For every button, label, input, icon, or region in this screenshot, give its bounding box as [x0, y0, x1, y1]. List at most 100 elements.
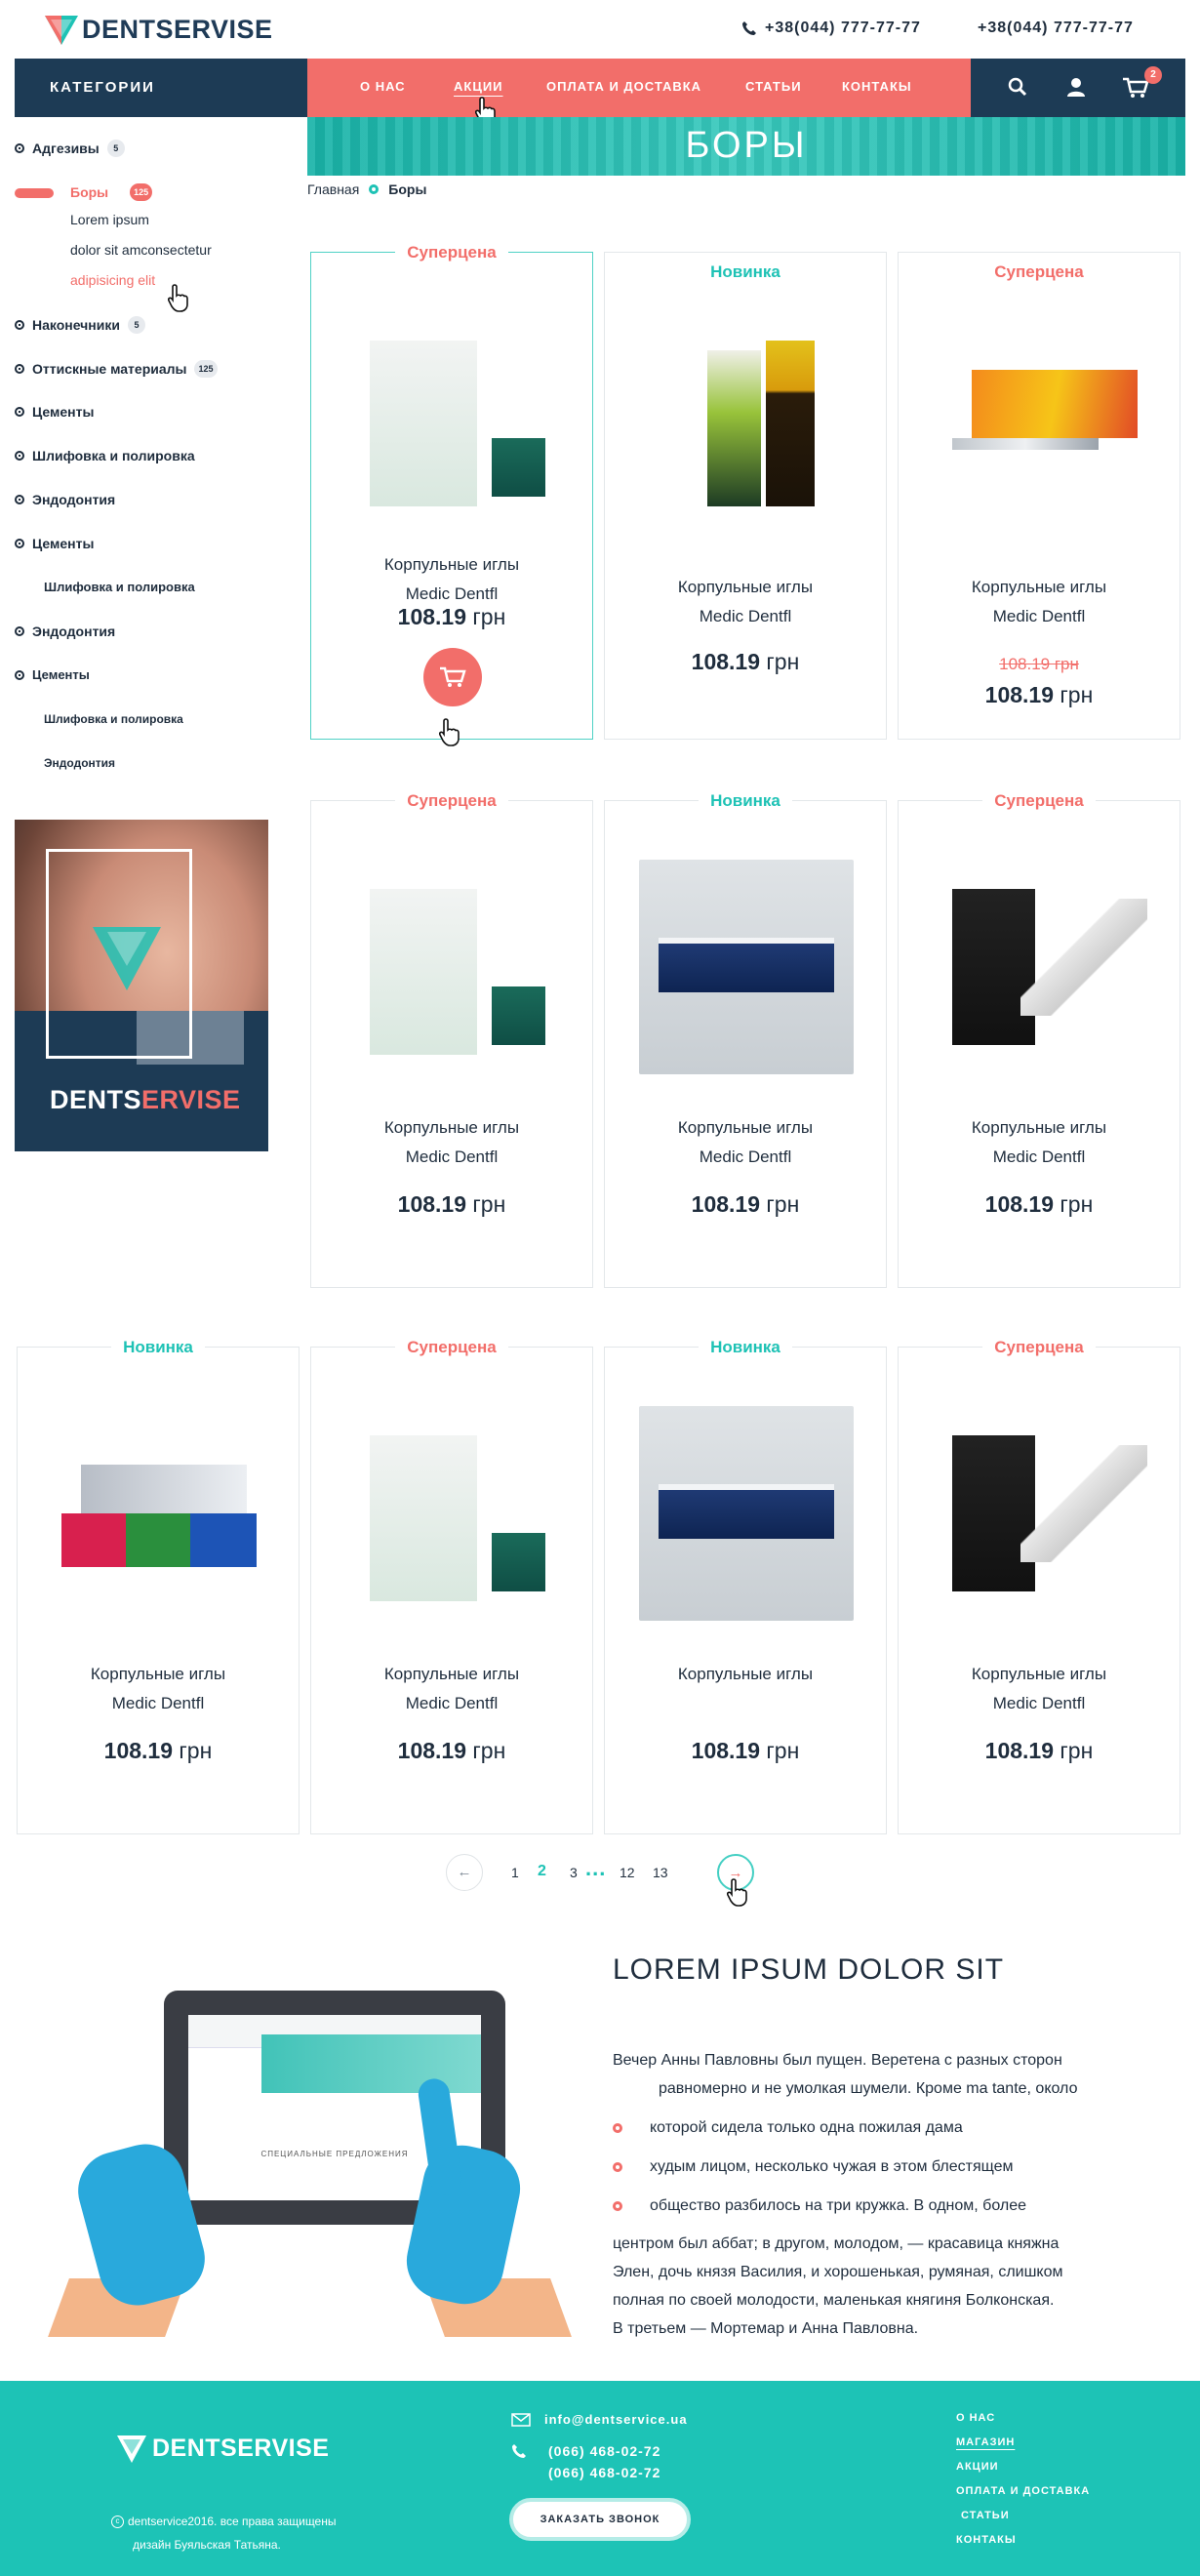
search-icon[interactable]: [1007, 76, 1028, 98]
sidebar-item-cements-2[interactable]: Цементы: [15, 536, 94, 551]
user-icon[interactable]: [1065, 76, 1087, 98]
footer-nav-contacts[interactable]: КОНТАКЫ: [956, 2534, 1017, 2546]
product-image[interactable]: [52, 1406, 266, 1621]
hand-cursor-icon: [168, 284, 188, 312]
paragraph-line: В третьем — Мортемар и Анна Павловна.: [613, 2320, 919, 2337]
product-card[interactable]: Суперцена Корпульные иглы Medic Dentfl 10…: [310, 791, 593, 1288]
product-name[interactable]: Корпульные иглы Medic Dentfl: [605, 1113, 886, 1172]
footer-nav-about[interactable]: О НАС: [956, 2412, 995, 2424]
product-card[interactable]: Новинка Корпульные иглы 108.19 грн: [604, 1338, 887, 1834]
sidebar-item-impression-materials[interactable]: Оттискные материалы 125: [15, 360, 218, 378]
brand-logo[interactable]: DENTSERVISE: [45, 15, 273, 45]
sidebar-item-polishing-2[interactable]: Шлифовка и полировка: [44, 580, 195, 594]
footer-email[interactable]: info@dentservice.ua: [511, 2412, 688, 2427]
page-link-current[interactable]: 2: [538, 1863, 546, 1880]
footer-logo[interactable]: DENTSERVISE: [117, 2435, 329, 2463]
product-card[interactable]: Суперцена Корпульные иглы Medic Dentfl 10…: [898, 791, 1180, 1288]
page-link[interactable]: 13: [653, 1865, 668, 1880]
sidebar-subitem-hovered[interactable]: adipisicing elit: [70, 272, 155, 288]
sidebar-subitem[interactable]: dolor sit amconsectetur: [70, 242, 212, 258]
bullet-icon: [613, 2201, 622, 2211]
product-name[interactable]: Корпульные иглы: [605, 1660, 886, 1689]
main-menu: О НАС АКЦИИ ОПЛАТА И ДОСТАВКА СТАТЬИ КОН…: [307, 59, 971, 117]
breadcrumb-home[interactable]: Главная: [307, 181, 359, 197]
product-price: 108.19 грн: [984, 1191, 1094, 1217]
product-price: 108.19 грн: [397, 604, 506, 629]
product-name[interactable]: Корпульные иглы Medic Dentfl: [311, 550, 592, 609]
product-name[interactable]: Корпульные иглы Medic Dentfl: [899, 1660, 1180, 1718]
count-badge: 125: [130, 183, 153, 201]
phone-icon: [742, 21, 756, 35]
sidebar-item-adhesives[interactable]: Адгезивы 5: [15, 140, 125, 157]
sale-label: Суперцена: [311, 1338, 592, 1357]
new-label: Новинка: [605, 262, 886, 282]
add-to-cart-button[interactable]: [423, 648, 482, 706]
categories-header[interactable]: КАТЕГОРИИ: [15, 59, 307, 117]
page-ellipsis: ...: [585, 1856, 607, 1880]
promo-banner[interactable]: DENTSERVISE: [15, 820, 268, 1151]
product-name[interactable]: Корпульные иглы Medic Dentfl: [18, 1660, 299, 1718]
product-name[interactable]: Корпульные иглы Medic Dentfl: [899, 1113, 1180, 1172]
product-name[interactable]: Корпульные иглы Medic Dentfl: [899, 573, 1180, 631]
phone-number-2[interactable]: +38(044) 777-77-77: [978, 20, 1134, 37]
product-price: 108.19 грн: [397, 1191, 506, 1217]
product-image[interactable]: [345, 1406, 560, 1621]
paragraph-line: полная по своей молодости, маленькая кня…: [613, 2292, 1055, 2309]
product-name[interactable]: Корпульные иглы Medic Dentfl: [605, 573, 886, 631]
product-image[interactable]: [639, 860, 854, 1074]
breadcrumb-separator-icon: [369, 184, 380, 194]
active-indicator: [15, 188, 54, 198]
product-image[interactable]: [345, 860, 560, 1074]
product-image[interactable]: [933, 860, 1147, 1074]
prev-page-button[interactable]: ←: [446, 1854, 483, 1891]
menu-item-contacts[interactable]: КОНТАКЫ: [842, 79, 912, 94]
top-bar: DENTSERVISE +38(044) 777-77-77 +38(044) …: [0, 0, 1200, 59]
bullet-icon: [15, 364, 24, 374]
menu-item-payment-delivery[interactable]: ОПЛАТА И ДОСТАВКА: [546, 79, 701, 94]
product-card[interactable]: Суперцена Корпульные иглы Medic Dentfl 10…: [310, 1338, 593, 1834]
page-link[interactable]: 12: [620, 1865, 635, 1880]
footer-nav-shop[interactable]: МАГАЗИН: [956, 2436, 1015, 2448]
product-card[interactable]: Новинка Корпульные иглы Medic Dentfl 108.…: [604, 791, 887, 1288]
footer-phone[interactable]: (066) 468-02-72: [511, 2443, 660, 2459]
product-price: 108.19 грн: [984, 682, 1094, 707]
sidebar-item-polishing[interactable]: Шлифовка и полировка: [15, 448, 195, 463]
product-image[interactable]: [639, 1406, 854, 1621]
product-price: 108.19 грн: [691, 1191, 800, 1217]
menu-item-promotions[interactable]: АКЦИИ: [454, 79, 503, 94]
sidebar-item-burs[interactable]: Боры 125: [70, 183, 153, 201]
footer-phone-2[interactable]: (066) 468-02-72: [548, 2465, 660, 2480]
product-card[interactable]: Суперцена Корпульные иглы Medic Dentfl 10…: [898, 1338, 1180, 1834]
page-link[interactable]: 3: [570, 1865, 578, 1880]
bullet-icon: [15, 407, 24, 417]
sidebar-subitem[interactable]: Lorem ipsum: [70, 212, 149, 227]
sidebar-item-cements-3[interactable]: Цементы: [15, 667, 90, 682]
sidebar-item-endodontics-3[interactable]: Эндодонтия: [44, 756, 115, 770]
product-name[interactable]: Корпульные иглы Medic Dentfl: [311, 1660, 592, 1718]
product-image[interactable]: [639, 311, 854, 526]
product-card[interactable]: Суперцена Корпульные иглы Medic Dentfl 10…: [898, 252, 1180, 740]
sidebar-item-endodontics-2[interactable]: Эндодонтия: [15, 624, 115, 639]
product-image[interactable]: [933, 311, 1147, 526]
menu-item-about[interactable]: О НАС: [360, 79, 406, 94]
footer-nav-promotions[interactable]: АКЦИИ: [956, 2461, 999, 2473]
product-card[interactable]: Новинка Корпульные иглы Medic Dentfl 108.…: [17, 1338, 300, 1834]
product-card[interactable]: Суперцена Корпульные иглы Medic Dentfl 10…: [310, 243, 593, 740]
product-price: 108.19 грн: [691, 1738, 800, 1763]
product-image[interactable]: [345, 311, 560, 526]
sidebar-item-cements[interactable]: Цементы: [15, 404, 94, 420]
sidebar-item-endodontics[interactable]: Эндодонтия: [15, 492, 115, 507]
sidebar-item-handpieces[interactable]: Наконечники 5: [15, 316, 145, 334]
product-name[interactable]: Корпульные иглы Medic Dentfl: [311, 1113, 592, 1172]
page-link[interactable]: 1: [511, 1865, 519, 1880]
phone-number[interactable]: +38(044) 777-77-77: [741, 20, 921, 37]
sidebar-item-polishing-3[interactable]: Шлифовка и полировка: [44, 712, 183, 726]
product-card[interactable]: Новинка Корпульные иглы Medic Dentfl 108.…: [604, 252, 887, 740]
menu-item-articles[interactable]: СТАТЬИ: [745, 79, 802, 94]
request-call-button[interactable]: ЗАКАЗАТЬ ЗВОНОК: [509, 2498, 691, 2541]
paragraph-line: равномерно и не умолкая шумели. Кроме ma…: [659, 2080, 1078, 2097]
product-image[interactable]: [933, 1406, 1147, 1621]
bullet-item: которой сидела только одна пожилая дама: [613, 2119, 963, 2137]
footer-nav-articles[interactable]: СТАТЬИ: [961, 2510, 1010, 2521]
footer-nav-payment-delivery[interactable]: ОПЛАТА И ДОСТАВКА: [956, 2485, 1090, 2497]
